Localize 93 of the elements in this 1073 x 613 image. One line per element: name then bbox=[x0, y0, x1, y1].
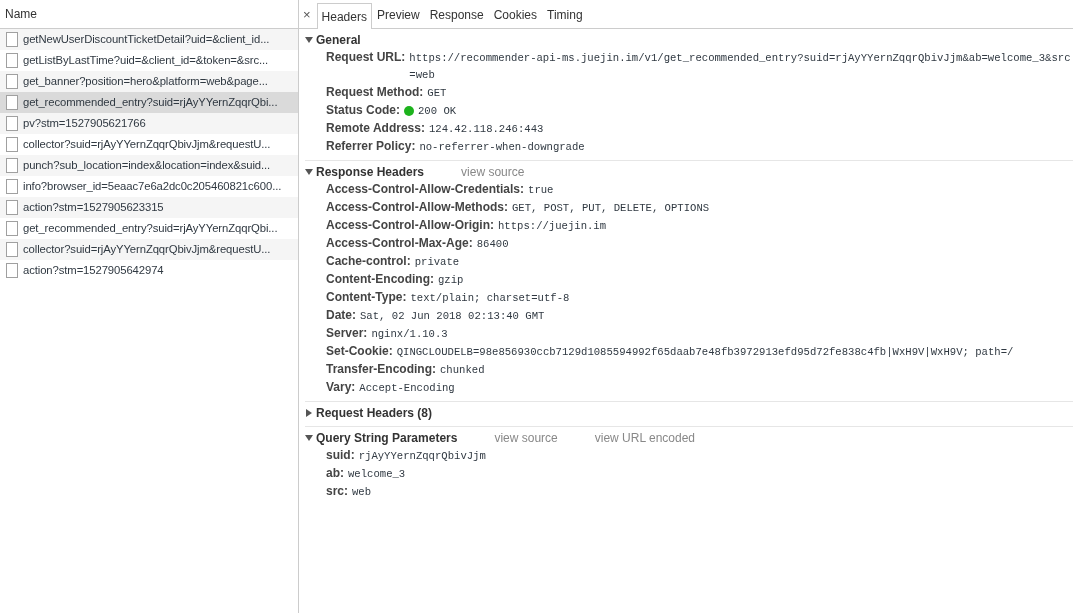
tab[interactable]: Timing bbox=[542, 1, 588, 29]
document-icon bbox=[6, 242, 18, 257]
document-icon bbox=[6, 200, 18, 215]
header-value: gzip bbox=[438, 273, 465, 288]
request-row[interactable]: action?stm=1527905623315 bbox=[0, 197, 298, 218]
document-icon bbox=[6, 95, 18, 110]
header-value: no-referrer-when-downgrade bbox=[419, 140, 586, 155]
section-title[interactable]: Query String Parameters bbox=[316, 429, 458, 447]
header-name: Request URL: bbox=[326, 49, 406, 66]
request-row[interactable]: get_recommended_entry?suid=rjAyYYernZqqrQbi... bbox=[0, 218, 298, 239]
request-row[interactable]: info?browser_id=5eaac7e6a2dc0c205460821c600... bbox=[0, 176, 298, 197]
header-name: Server: bbox=[326, 325, 368, 342]
header-name: Content-Type: bbox=[326, 289, 407, 306]
request-name: action?stm=1527905623315 bbox=[23, 200, 164, 216]
document-icon bbox=[6, 74, 18, 89]
document-icon bbox=[6, 221, 18, 236]
header-value: welcome_3 bbox=[348, 467, 407, 482]
request-row[interactable]: collector?suid=rjAyYYernZqqrQbivJjm&requestU... bbox=[0, 239, 298, 260]
request-row[interactable]: getListByLastTime?uid=&client_id=&token=&src... bbox=[0, 50, 298, 71]
header-name: Access-Control-Allow-Methods: bbox=[326, 199, 508, 216]
document-icon bbox=[6, 53, 18, 68]
request-name: get_banner?position=hero&platform=web&page... bbox=[23, 74, 268, 90]
close-button[interactable]: × bbox=[303, 8, 317, 28]
request-row[interactable]: pv?stm=1527905621766 bbox=[0, 113, 298, 134]
header-value: QINGCLOUDELB=98e856930ccb7129d1085594992f65daab7e48fb3972913efd95d72fe838c4fb|WxH9V|WxH9V; path=/ bbox=[396, 345, 1015, 360]
header-name: Access-Control-Allow-Origin: bbox=[326, 217, 494, 234]
header-value: private bbox=[414, 255, 461, 270]
header-value: 86400 bbox=[476, 237, 510, 252]
header-value: nginx/1.10.3 bbox=[371, 327, 449, 342]
header-value: true bbox=[528, 183, 555, 198]
header-name: Status Code: bbox=[326, 102, 400, 119]
header-name: Date: bbox=[326, 307, 356, 324]
view-link[interactable]: view URL encoded bbox=[594, 429, 696, 447]
document-icon bbox=[6, 137, 18, 152]
header-name: Vary: bbox=[326, 379, 356, 396]
request-row[interactable]: collector?suid=rjAyYYernZqqrQbivJjm&requestU... bbox=[0, 134, 298, 155]
request-name: punch?sub_location=index&location=index&suid... bbox=[23, 158, 271, 174]
header-value: https://recommender-api-ms.juejin.im/v1/get_recommended_entry?suid=rjAyYYernZqqrQbivJjm&ab=welcome_3&src=web bbox=[409, 51, 1072, 83]
caret-icon[interactable] bbox=[305, 434, 313, 442]
document-icon bbox=[6, 32, 18, 47]
header-name: Access-Control-Max-Age: bbox=[326, 235, 473, 252]
header-name: Remote Address: bbox=[326, 120, 425, 137]
header-value: GET bbox=[427, 86, 448, 101]
header-name: Content-Encoding: bbox=[326, 271, 434, 288]
header-value: Sat, 02 Jun 2018 02:13:40 GMT bbox=[360, 309, 546, 324]
header-name: src: bbox=[326, 483, 348, 500]
request-name: get_recommended_entry?suid=rjAyYYernZqqrQbi... bbox=[23, 95, 278, 111]
header-value: text/plain; charset=utf-8 bbox=[410, 291, 571, 306]
request-name: collector?suid=rjAyYYernZqqrQbivJjm&requestU... bbox=[23, 242, 271, 258]
request-row[interactable]: action?stm=1527905642974 bbox=[0, 260, 298, 281]
request-row[interactable]: get_recommended_entry?suid=rjAyYYernZqqrQbi... bbox=[0, 92, 298, 113]
tab[interactable]: Response bbox=[424, 1, 489, 29]
header-name: Transfer-Encoding: bbox=[326, 361, 436, 378]
document-icon bbox=[6, 158, 18, 173]
header-value: chunked bbox=[440, 363, 486, 378]
header-name: suid: bbox=[326, 447, 355, 464]
document-icon bbox=[6, 116, 18, 131]
header-value: Accept-Encoding bbox=[359, 381, 456, 396]
request-name: get_recommended_entry?suid=rjAyYYernZqqrQbi... bbox=[23, 221, 278, 237]
request-row[interactable]: get_banner?position=hero&platform=web&page... bbox=[0, 71, 298, 92]
tab[interactable]: Headers bbox=[316, 3, 372, 29]
view-link[interactable]: view source bbox=[494, 429, 558, 447]
section-title[interactable]: Response Headers bbox=[316, 163, 425, 181]
header-value: web bbox=[352, 485, 373, 500]
header-name: Referrer Policy: bbox=[326, 138, 416, 155]
header-name: ab: bbox=[326, 465, 344, 482]
header-value: rjAyYYernZqqrQbivJjm bbox=[358, 449, 487, 464]
view-link[interactable]: view source bbox=[461, 163, 525, 181]
section-title[interactable]: Request Headers (8) bbox=[316, 404, 433, 422]
caret-icon[interactable] bbox=[305, 36, 313, 44]
caret-icon[interactable] bbox=[305, 409, 313, 417]
header-value: https://juejin.im bbox=[498, 219, 608, 234]
header-name: Request Method: bbox=[326, 84, 424, 101]
request-name: collector?suid=rjAyYYernZqqrQbivJjm&requestU... bbox=[23, 137, 271, 153]
caret-icon[interactable] bbox=[305, 168, 313, 176]
document-icon bbox=[6, 263, 18, 278]
request-name: pv?stm=1527905621766 bbox=[23, 116, 146, 132]
section-title[interactable]: General bbox=[316, 31, 361, 49]
header-name: Cache-control: bbox=[326, 253, 411, 270]
header-value: 200 OK bbox=[418, 104, 458, 119]
document-icon bbox=[6, 179, 18, 194]
tab[interactable]: Preview bbox=[371, 1, 425, 29]
request-row[interactable]: getNewUserDiscountTicketDetail?uid=&client_id... bbox=[0, 29, 298, 50]
header-value: 124.42.118.246:443 bbox=[428, 122, 545, 137]
request-row[interactable]: punch?sub_location=index&location=index&suid... bbox=[0, 155, 298, 176]
request-name: getListByLastTime?uid=&client_id=&token=&src... bbox=[23, 53, 269, 69]
header-value: GET, POST, PUT, DELETE, OPTIONS bbox=[512, 201, 711, 216]
request-name: action?stm=1527905642974 bbox=[23, 263, 164, 279]
request-name: info?browser_id=5eaac7e6a2dc0c205460821c600... bbox=[23, 179, 282, 195]
request-name: getNewUserDiscountTicketDetail?uid=&client_id... bbox=[23, 32, 270, 48]
header-name: Access-Control-Allow-Credentials: bbox=[326, 181, 525, 198]
tab[interactable]: Cookies bbox=[488, 1, 543, 29]
header-name: Set-Cookie: bbox=[326, 343, 393, 360]
